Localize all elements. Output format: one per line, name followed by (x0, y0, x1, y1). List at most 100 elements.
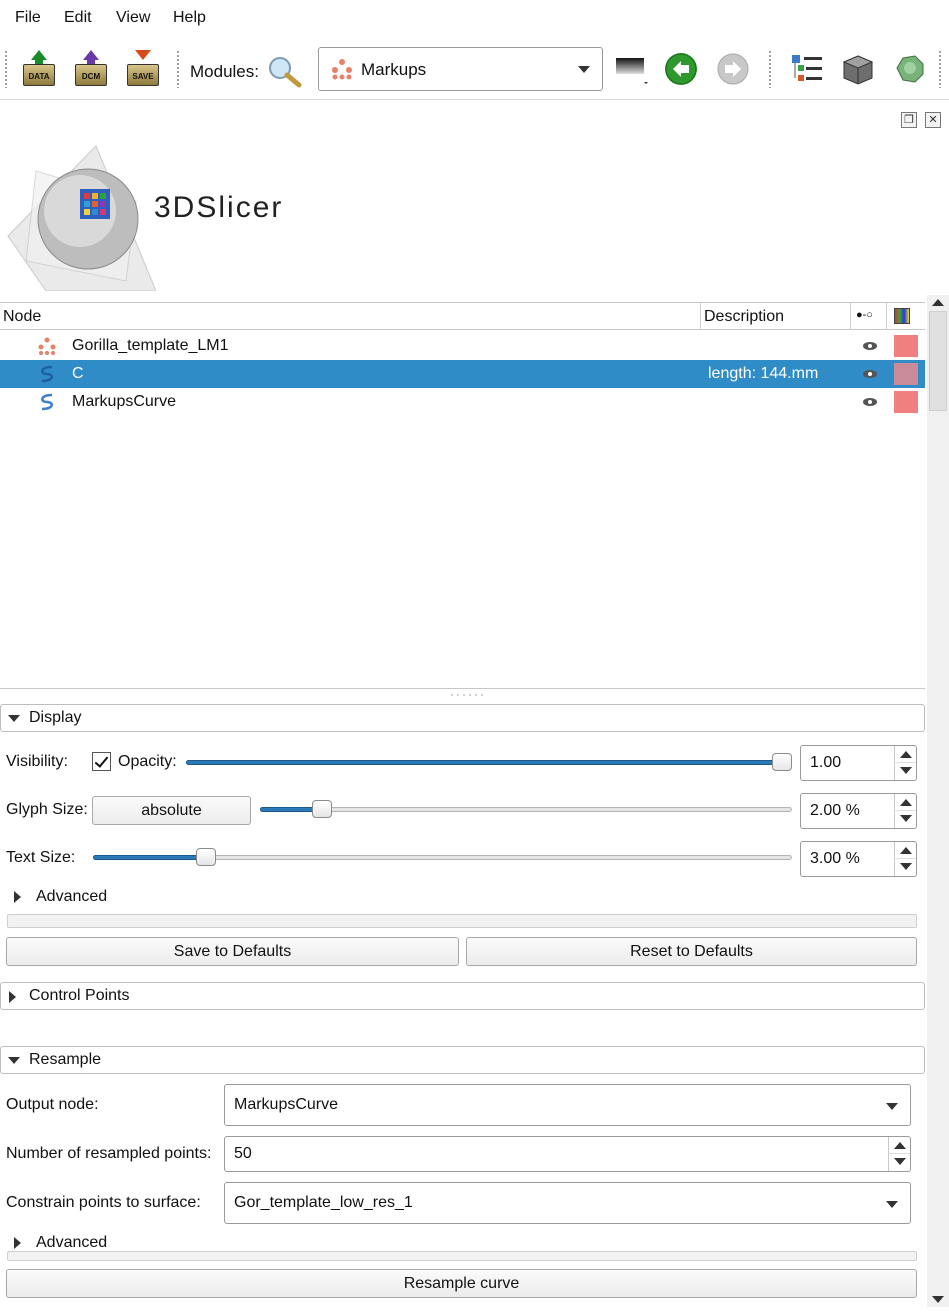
float-panel-button[interactable]: ❐ (901, 112, 917, 128)
eye-icon[interactable] (862, 396, 878, 408)
models-button[interactable] (891, 52, 927, 86)
glyph-size-spinbox[interactable]: 2.00 % (800, 793, 917, 829)
text-size-spinbox[interactable]: 3.00 % (800, 841, 917, 877)
resample-advanced-toggle[interactable]: Advanced (36, 1234, 107, 1252)
back-button[interactable] (665, 53, 697, 85)
markups-curve-icon (41, 393, 53, 411)
text-size-label: Text Size: (6, 849, 76, 866)
module-search-button[interactable] (265, 54, 305, 88)
opacity-label: Opacity: (118, 753, 177, 770)
control-points-title: Control Points (29, 987, 130, 1004)
menu-help[interactable]: Help (173, 9, 206, 27)
resample-section-header[interactable]: Resample (0, 1046, 925, 1074)
module-selector[interactable]: Markups (318, 47, 603, 91)
output-node-value: MarkupsCurve (234, 1096, 339, 1113)
markups-module-icon (332, 59, 352, 80)
decrement-button[interactable] (894, 859, 916, 876)
resample-title: Resample (29, 1051, 102, 1068)
text-size-slider-handle[interactable] (196, 848, 216, 866)
display-advanced-frame (7, 914, 917, 928)
load-data-button[interactable]: DATA (21, 50, 57, 88)
chevron-down-icon (886, 1201, 898, 1208)
constrain-surface-value: Gor_template_low_res_1 (234, 1194, 413, 1211)
save-to-defaults-button[interactable]: Save to Defaults (6, 937, 459, 966)
volume-button[interactable] (840, 52, 876, 86)
increment-button[interactable] (894, 842, 916, 859)
header-color-icon[interactable] (894, 308, 910, 324)
collapsed-arrow-icon[interactable] (14, 1237, 21, 1249)
tree-row[interactable]: MarkupsCurve (0, 388, 925, 416)
toolbar-grip-2[interactable] (176, 50, 180, 88)
logo-panel: ❐ ✕ (0, 101, 949, 301)
gradient-bar-icon (616, 58, 648, 84)
constrain-surface-selector[interactable]: Gor_template_low_res_1 (224, 1182, 911, 1224)
splitter-handle[interactable] (449, 693, 485, 697)
toolbar-grip[interactable] (4, 50, 8, 88)
scroll-thumb[interactable] (929, 311, 947, 411)
dicom-button[interactable]: DCM (73, 50, 109, 88)
layout-button[interactable] (614, 56, 648, 84)
increment-button[interactable] (894, 794, 916, 811)
subject-hierarchy-tree[interactable]: Node Description ●‑○ Gorilla_template_LM… (0, 302, 925, 689)
node-color-swatch[interactable] (894, 363, 918, 385)
increment-button[interactable] (894, 746, 916, 763)
glyph-slider-groove[interactable] (260, 807, 792, 812)
scroll-up-icon[interactable] (932, 299, 944, 306)
menu-view[interactable]: View (116, 9, 150, 27)
module-selected-label: Markups (361, 60, 427, 79)
arrow-right-icon (717, 53, 749, 85)
reset-to-defaults-button[interactable]: Reset to Defaults (466, 937, 917, 966)
save-button[interactable]: SAVE (125, 50, 161, 88)
toolbar-grip-3[interactable] (938, 50, 942, 88)
list-tree-icon (792, 55, 822, 81)
forward-button[interactable] (717, 53, 749, 85)
output-node-selector[interactable]: MarkupsCurve (224, 1084, 911, 1126)
opacity-spinbox[interactable]: 1.00 (800, 745, 917, 781)
cube-icon (842, 55, 874, 85)
data-icon: DATA (23, 64, 55, 86)
menu-edit[interactable]: Edit (64, 9, 92, 27)
eye-icon[interactable] (862, 368, 878, 380)
increment-button[interactable] (888, 1137, 910, 1154)
num-points-label: Number of resampled points: (6, 1145, 212, 1162)
glyph-size-mode-button[interactable]: absolute (92, 796, 251, 825)
dcm-icon: DCM (75, 64, 107, 86)
data-tree-button[interactable] (788, 52, 824, 86)
node-color-swatch[interactable] (894, 391, 918, 413)
close-panel-button[interactable]: ✕ (925, 112, 941, 128)
header-divider (700, 303, 701, 330)
header-node[interactable]: Node (3, 308, 41, 326)
slicer-logo-text: 3DSlicer (154, 191, 284, 224)
toolbar-grip-4[interactable] (768, 50, 772, 88)
decrement-button[interactable] (894, 763, 916, 780)
markups-curve-icon (41, 365, 53, 383)
control-points-section-header[interactable]: Control Points (0, 982, 925, 1010)
panel-scrollbar[interactable] (927, 295, 949, 1307)
output-node-label: Output node: (6, 1096, 99, 1113)
display-section-header[interactable]: Display (0, 704, 925, 732)
glyph-slider-fill (260, 807, 320, 812)
decrement-button[interactable] (888, 1154, 910, 1171)
expanded-arrow-icon (8, 1057, 20, 1064)
node-color-swatch[interactable] (894, 335, 918, 357)
header-description[interactable]: Description (704, 308, 784, 326)
modules-label: Modules: (190, 62, 259, 81)
chevron-down-icon (578, 66, 590, 73)
scroll-down-icon[interactable] (932, 1296, 944, 1303)
header-visibility-icon[interactable]: ●‑○ (856, 309, 873, 321)
glyph-slider-handle[interactable] (312, 800, 332, 818)
tree-row-selected[interactable]: C length: 144.mm (0, 360, 925, 388)
decrement-button[interactable] (894, 811, 916, 828)
text-size-slider-fill (93, 855, 205, 860)
display-advanced-toggle[interactable]: Advanced (36, 888, 107, 906)
menu-bar: File Edit View Help (0, 0, 949, 36)
num-points-spinbox[interactable]: 50 (224, 1136, 911, 1172)
opacity-slider-handle[interactable] (772, 753, 792, 771)
collapsed-arrow-icon[interactable] (14, 891, 21, 903)
menu-file[interactable]: File (15, 9, 41, 27)
magnifier-icon (269, 57, 302, 88)
eye-icon[interactable] (862, 340, 878, 352)
resample-curve-button[interactable]: Resample curve (6, 1269, 917, 1298)
tree-row[interactable]: Gorilla_template_LM1 (0, 332, 925, 360)
visibility-checkbox[interactable] (92, 752, 111, 771)
